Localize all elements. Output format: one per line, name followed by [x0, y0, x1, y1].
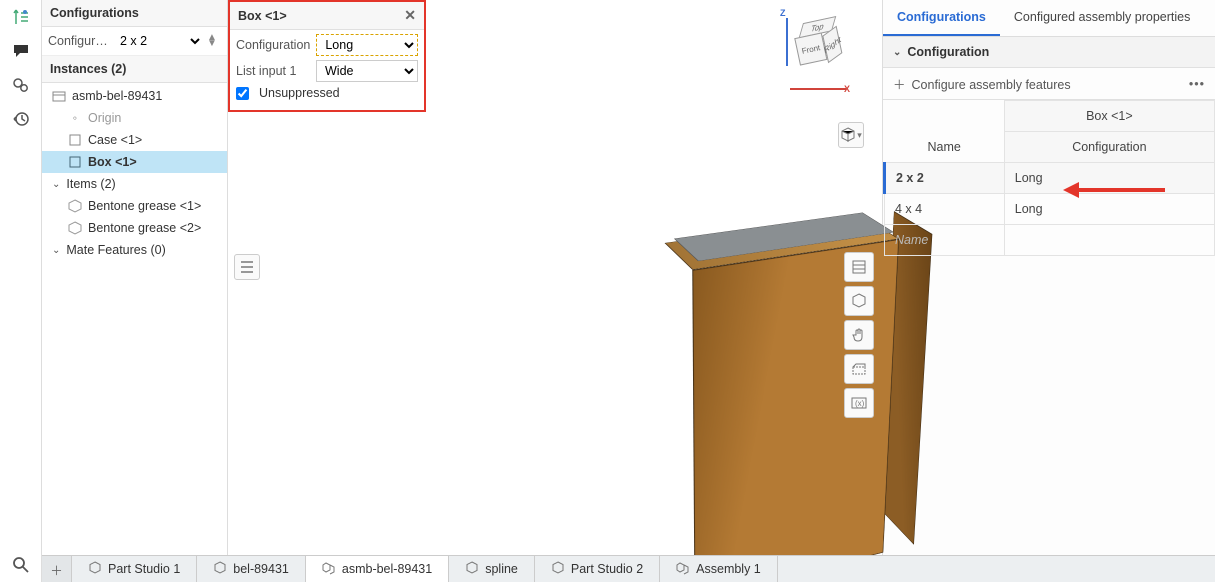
assembly-icon — [676, 561, 690, 578]
doc-tab[interactable]: Assembly 1 — [660, 556, 778, 582]
configurations-header: Configurations — [42, 0, 227, 27]
configuration-label: Configurati… — [48, 34, 110, 48]
partstudio-icon — [213, 561, 227, 578]
tab-configurations[interactable]: Configurations — [883, 0, 1000, 36]
chevron-down-icon: ⌄ — [52, 245, 60, 256]
chevron-down-icon: ⌄ — [52, 179, 60, 190]
close-icon[interactable]: ✕ — [404, 7, 416, 24]
dialog-listinput-select[interactable]: Wide — [316, 60, 418, 82]
axis-x-label: X — [844, 84, 850, 94]
feature-list-button[interactable] — [234, 254, 260, 280]
doc-tab[interactable]: bel-89431 — [197, 556, 306, 582]
col-config-header: Configuration — [1004, 132, 1214, 163]
assembly-icon — [322, 561, 336, 578]
comment-icon[interactable] — [10, 40, 32, 62]
tool-sheet-icon[interactable] — [844, 252, 874, 282]
table-row[interactable]: 2 x 2 Long — [885, 163, 1215, 194]
more-menu-icon[interactable]: ••• — [1189, 77, 1205, 91]
dialog-listinput-label: List input 1 — [236, 64, 310, 78]
feature-tree-panel: Configurations Configurati… 2 x 2 ▲▼ Ins… — [42, 0, 228, 582]
configure-instance-dialog: Box <1> ✕ Configuration Long List input … — [228, 0, 426, 112]
feature-tree: asmb-bel-89431 ◦ Origin Case <1> Box <1>… — [42, 83, 227, 263]
doc-tab[interactable]: Part Studio 2 — [535, 556, 660, 582]
view-triad[interactable]: Z Top Front Right X — [768, 6, 858, 106]
configuration-select[interactable]: 2 x 2 — [114, 31, 203, 51]
document-tab-bar: ＋ Part Studio 1 bel-89431 asmb-bel-89431… — [42, 555, 1215, 582]
right-panel-tabs: Configurations Configured assembly prope… — [883, 0, 1215, 37]
dialog-title: Box <1> — [238, 9, 287, 23]
tree-case[interactable]: Case <1> — [42, 129, 227, 151]
tree-box[interactable]: Box <1> — [42, 151, 227, 173]
instances-header: Instances (2) — [42, 56, 227, 83]
configure-features-button[interactable]: ＋Configure assembly features — [893, 74, 1071, 93]
part-icon — [68, 221, 82, 235]
tool-section-icon[interactable] — [844, 354, 874, 384]
doc-tab[interactable]: asmb-bel-89431 — [306, 556, 449, 582]
part-icon — [68, 155, 82, 169]
insert-icon[interactable] — [10, 6, 32, 28]
dialog-configuration-label: Configuration — [236, 38, 310, 52]
partstudio-icon — [465, 561, 479, 578]
table-row-new[interactable]: Name — [885, 225, 1215, 256]
configurations-panel: Configurations Configured assembly prope… — [882, 0, 1215, 582]
tree-items-group[interactable]: ⌄ Items (2) — [42, 173, 227, 195]
search-icon[interactable] — [10, 554, 32, 576]
partstudio-icon — [88, 561, 102, 578]
chevron-down-icon: ⌄ — [893, 47, 901, 58]
unsuppressed-label: Unsuppressed — [259, 86, 340, 100]
add-tab-button[interactable]: ＋ — [42, 556, 72, 582]
dialog-configuration-select[interactable]: Long — [317, 35, 417, 55]
configuration-stepper[interactable]: ▲▼ — [207, 35, 221, 47]
configuration-selector-row: Configurati… 2 x 2 ▲▼ — [42, 27, 227, 56]
doc-tab[interactable]: spline — [449, 556, 535, 582]
axis-z-label: Z — [780, 8, 786, 18]
history-icon[interactable] — [10, 108, 32, 130]
nav-cube[interactable]: Top Front Right — [792, 16, 849, 73]
configuration-table: Name Box <1> Configuration 2 x 2 Long 4 … — [883, 100, 1215, 256]
configuration-section-header[interactable]: ⌄ Configuration — [883, 37, 1215, 68]
table-row[interactable]: 4 x 4 Long — [885, 194, 1215, 225]
tree-bentone-2[interactable]: Bentone grease <2> — [42, 217, 227, 239]
tool-variables-icon[interactable]: (x) — [844, 388, 874, 418]
tree-origin[interactable]: ◦ Origin — [42, 107, 227, 129]
col-group-header: Box <1> — [1004, 101, 1214, 132]
plus-icon: ＋ — [893, 78, 906, 92]
svg-text:(x): (x) — [855, 399, 865, 408]
viewport[interactable]: Box <1> ✕ Configuration Long List input … — [228, 0, 882, 582]
gear-pair-icon[interactable] — [10, 74, 32, 96]
view-menu-button[interactable]: ▾ — [838, 122, 864, 148]
tree-mate-features[interactable]: ⌄ Mate Features (0) — [42, 239, 227, 261]
viewport-tools: (x) — [844, 252, 876, 418]
tool-cube-icon[interactable] — [844, 286, 874, 316]
partstudio-icon — [551, 561, 565, 578]
left-icon-rail — [0, 0, 42, 582]
tree-bentone-1[interactable]: Bentone grease <1> — [42, 195, 227, 217]
unsuppressed-checkbox[interactable] — [236, 87, 249, 100]
tool-hand-icon[interactable] — [844, 320, 874, 350]
part-icon — [68, 133, 82, 147]
tree-root-assembly[interactable]: asmb-bel-89431 — [42, 85, 227, 107]
assembly-icon — [52, 89, 66, 103]
part-icon — [68, 199, 82, 213]
tab-configured-properties[interactable]: Configured assembly properties — [1000, 0, 1204, 36]
col-name-header: Name — [885, 101, 1005, 163]
origin-icon: ◦ — [68, 111, 82, 125]
doc-tab[interactable]: Part Studio 1 — [72, 556, 197, 582]
